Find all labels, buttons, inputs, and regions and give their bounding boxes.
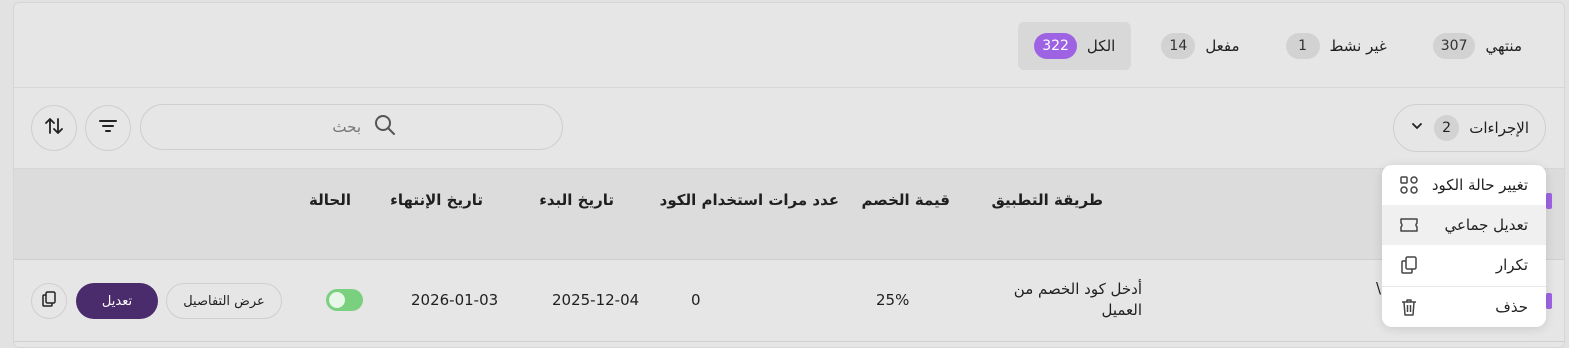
tab-active-label: مفعل xyxy=(1205,37,1240,55)
search-box[interactable] xyxy=(140,104,563,150)
ticket-icon xyxy=(1398,214,1420,236)
tab-expired-count: 307 xyxy=(1432,33,1476,59)
tab-inactive[interactable]: غير نشط 1 xyxy=(1270,22,1403,70)
tab-active[interactable]: مفعل 14 xyxy=(1145,22,1255,70)
tab-expired[interactable]: منتهي 307 xyxy=(1417,22,1538,70)
divider xyxy=(14,341,1564,342)
header-method: طريقة التطبيق xyxy=(991,191,1103,209)
table-header xyxy=(14,169,1564,259)
cell-end-date: 2026-01-03 xyxy=(411,291,499,309)
cell-usage: 0 xyxy=(691,291,701,309)
header-start-date: تاريخ البدء xyxy=(539,191,614,209)
tab-active-count: 14 xyxy=(1161,33,1196,59)
header-usage: عدد مرات استخدام الكود xyxy=(659,191,839,209)
tab-all[interactable]: الكل 322 xyxy=(1018,22,1132,70)
cell-method-line1: أدخل كود الخصم من xyxy=(1013,280,1142,298)
cell-discount: 25% xyxy=(876,291,910,309)
view-details-button[interactable]: عرض التفاصيل xyxy=(166,283,282,319)
copy-icon xyxy=(1398,254,1420,276)
coupons-panel: الكل 322 مفعل 14 غير نشط 1 منتهي 307 الإ… xyxy=(13,2,1565,348)
header-discount: قيمة الخصم xyxy=(861,191,950,209)
chevron-down-icon xyxy=(1410,119,1424,137)
header-end-date: تاريخ الإنتهاء xyxy=(390,191,483,209)
header-status: الحالة xyxy=(309,191,351,209)
status-tabs: الكل 322 مفعل 14 غير نشط 1 منتهي 307 xyxy=(1018,22,1538,70)
menu-item-duplicate[interactable]: تكرار xyxy=(1382,245,1546,285)
tab-inactive-label: غير نشط xyxy=(1329,37,1387,55)
actions-menu: تغيير حالة الكود تعديل جماعي تكرار حذف xyxy=(1382,165,1546,327)
row-checkbox[interactable] xyxy=(1546,293,1552,309)
sort-icon xyxy=(43,115,65,141)
sort-button[interactable] xyxy=(31,105,77,151)
cell-start-date: 2025-12-04 xyxy=(552,291,640,309)
menu-item-label: حذف xyxy=(1495,297,1528,316)
header-checkbox[interactable] xyxy=(1546,193,1552,209)
edit-button[interactable]: تعديل xyxy=(76,283,158,319)
cell-method-line2: العميل xyxy=(1101,301,1142,319)
tab-all-label: الكل xyxy=(1086,37,1116,55)
actions-dropdown[interactable]: الإجراءات 2 xyxy=(1393,104,1546,152)
copy-icon xyxy=(40,290,58,312)
menu-item-label: تعديل جماعي xyxy=(1444,216,1528,234)
filter-icon xyxy=(97,115,119,141)
filter-button[interactable] xyxy=(85,105,131,151)
search-icon xyxy=(373,113,397,141)
menu-item-delete[interactable]: حذف xyxy=(1382,286,1546,326)
toggle-knob xyxy=(329,292,345,308)
search-input[interactable] xyxy=(161,118,361,136)
actions-count: 2 xyxy=(1434,115,1460,141)
menu-item-label: تغيير حالة الكود xyxy=(1431,176,1528,194)
cell-method: أدخل كود الخصم من العميل xyxy=(1014,279,1142,321)
divider xyxy=(14,259,1564,260)
trash-icon xyxy=(1398,296,1420,318)
actions-label: الإجراءات xyxy=(1469,119,1529,137)
row-partial-text: \ xyxy=(1376,279,1382,297)
tab-all-count: 322 xyxy=(1034,33,1077,59)
duplicate-button[interactable] xyxy=(31,283,67,319)
menu-item-bulk-edit[interactable]: تعديل جماعي xyxy=(1382,205,1546,245)
tab-inactive-count: 1 xyxy=(1285,33,1320,59)
tab-expired-label: منتهي xyxy=(1485,37,1522,55)
status-shapes-icon xyxy=(1398,174,1420,196)
status-toggle[interactable] xyxy=(326,289,363,311)
menu-item-label: تكرار xyxy=(1495,256,1528,274)
divider xyxy=(14,87,1564,88)
menu-item-change-status[interactable]: تغيير حالة الكود xyxy=(1382,165,1546,205)
